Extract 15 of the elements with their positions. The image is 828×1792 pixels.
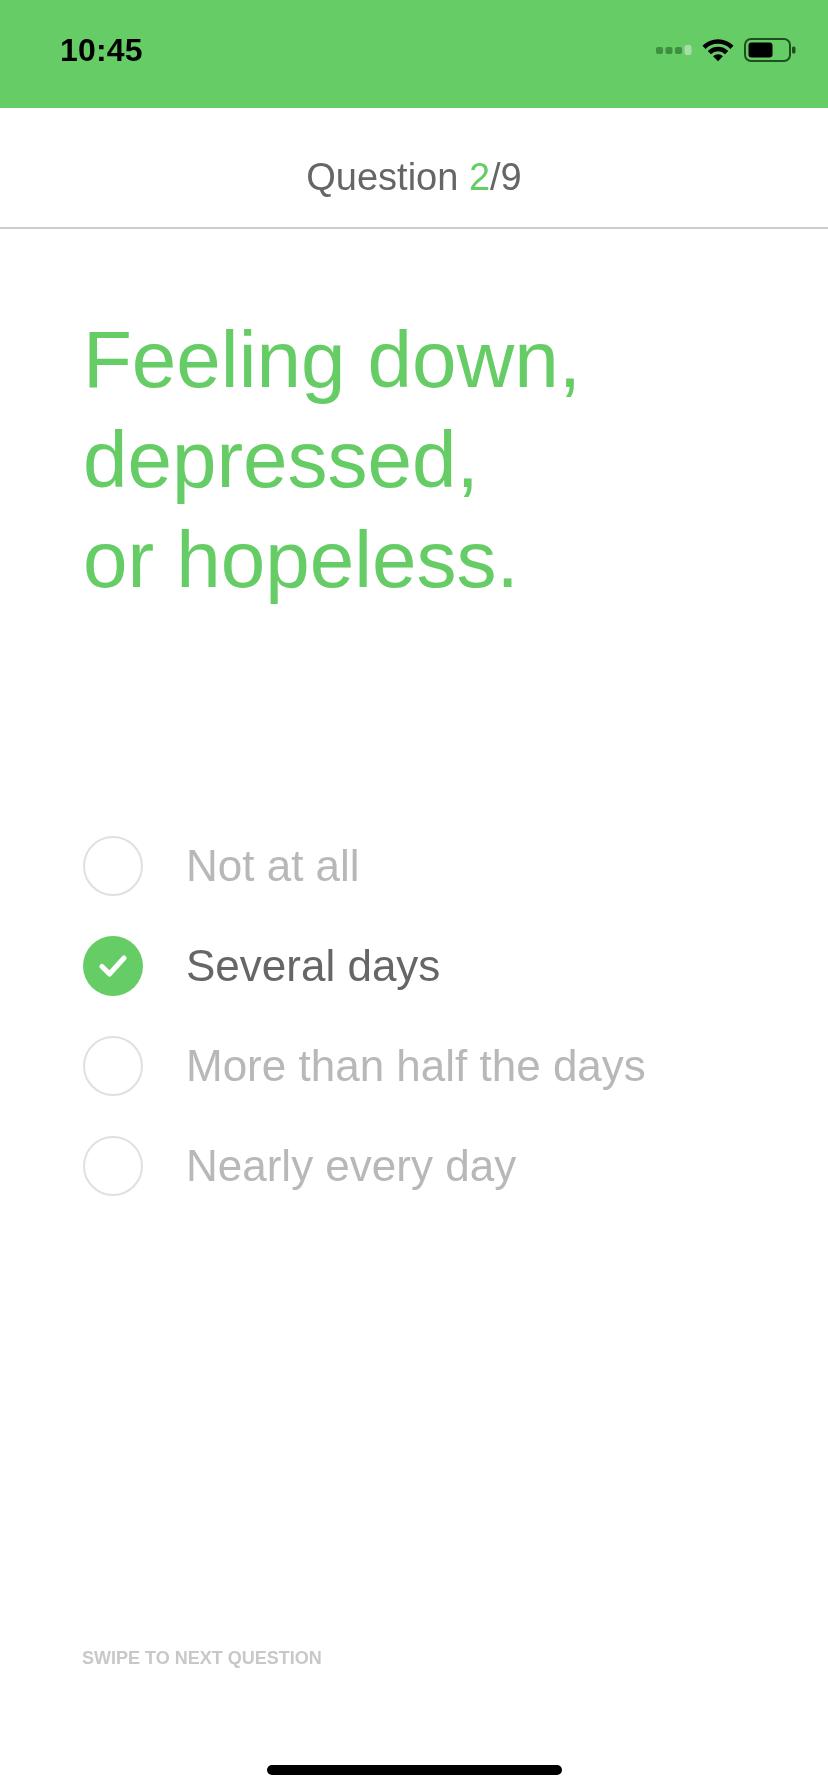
radio-button[interactable] [83,836,143,896]
check-icon [99,955,127,977]
status-time: 10:45 [60,31,143,70]
radio-button[interactable] [83,1036,143,1096]
question-counter: Question 2/9 [306,154,522,200]
option-label[interactable]: Nearly every day [186,1140,517,1192]
radio-button[interactable] [83,936,143,996]
signal-icon [656,45,692,55]
battery-icon [744,38,796,62]
wifi-icon [702,38,734,62]
option-label[interactable]: Not at all [186,840,360,892]
question-text: Feeling down, depressed, or hopeless. [83,314,582,606]
radio-button[interactable] [83,1136,143,1196]
option-label[interactable]: More than half the days [186,1040,646,1092]
option-label[interactable]: Several days [186,940,441,992]
